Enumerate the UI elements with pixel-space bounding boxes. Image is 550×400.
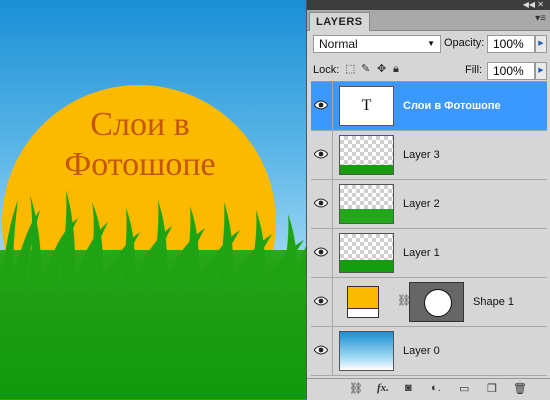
layer-thumbnail	[339, 135, 394, 175]
lock-position-icon[interactable]: ✥	[377, 64, 388, 75]
visibility-eye-icon[interactable]	[311, 229, 333, 277]
text-layer-thumbnail: T	[339, 86, 394, 126]
chevron-down-icon: ▼	[427, 39, 435, 48]
panel-titlebar[interactable]: ◀◀ ✕	[307, 0, 550, 10]
grass-blades	[0, 190, 306, 290]
canvas-text-line2: Фотошопе	[64, 146, 216, 183]
lock-row: Lock: ⬚ ✎ ✥ 🔒︎ Fill: 100% ▶	[307, 57, 550, 83]
fx-icon[interactable]: fx.	[377, 382, 389, 394]
layer-row-text[interactable]: T Слои в Фотошопе	[311, 82, 547, 131]
blend-mode-value: Normal	[319, 37, 358, 51]
layer-row-1[interactable]: Layer 1	[311, 229, 547, 278]
visibility-eye-icon[interactable]	[311, 82, 333, 130]
blend-row: Normal ▼ Opacity: 100% ▶	[307, 31, 550, 57]
layer-thumbnail	[339, 184, 394, 224]
trash-icon[interactable]: 🗑︎	[513, 382, 527, 395]
lock-transparent-icon[interactable]: ⬚	[345, 64, 356, 75]
fill-stepper[interactable]: ▶	[535, 62, 547, 80]
layer-name: Layer 2	[403, 198, 440, 210]
panel-tabbar: LAYERS ▾≡	[307, 10, 550, 31]
vector-mask-thumbnail[interactable]	[409, 282, 464, 322]
opacity-input[interactable]: 100%	[487, 35, 535, 53]
new-group-icon[interactable]: ▭	[459, 382, 469, 395]
adjustment-icon[interactable]: ◐.	[431, 382, 441, 394]
lock-all-icon[interactable]: 🔒︎	[393, 64, 404, 75]
layers-panel: ◀◀ ✕ LAYERS ▾≡ Normal ▼ Opacity: 100% ▶ …	[306, 0, 550, 400]
layer-thumbnail	[339, 233, 394, 273]
collapse-icon[interactable]: ◀◀ ✕	[523, 0, 544, 10]
opacity-stepper[interactable]: ▶	[535, 35, 547, 53]
layer-name: Layer 1	[403, 247, 440, 259]
fill-label: Fill:	[465, 64, 483, 76]
layer-row-0[interactable]: Layer 0	[311, 327, 547, 376]
visibility-eye-icon[interactable]	[311, 131, 333, 179]
layers-list: T Слои в Фотошопе Layer 3 Layer 2 Layer …	[311, 81, 547, 377]
canvas-text-layer: Слои в Фотошопе	[40, 105, 240, 185]
panel-bottom-bar: ⛓ fx. ◙ ◐. ▭ ❐ 🗑︎	[307, 378, 550, 400]
lock-label: Lock:	[313, 64, 340, 76]
layer-row-2[interactable]: Layer 2	[311, 180, 547, 229]
blend-mode-select[interactable]: Normal ▼	[313, 35, 441, 53]
layer-row-shape[interactable]: ⛓ Shape 1	[311, 278, 547, 327]
layer-name: Shape 1	[473, 296, 514, 308]
lock-pixels-icon[interactable]: ✎	[361, 64, 372, 75]
visibility-eye-icon[interactable]	[311, 278, 333, 326]
tab-layers[interactable]: LAYERS	[309, 12, 370, 31]
layer-row-3[interactable]: Layer 3	[311, 131, 547, 180]
layer-thumbnail	[339, 331, 394, 371]
panel-menu-icon[interactable]: ▾≡	[535, 13, 546, 24]
opacity-label: Opacity:	[444, 37, 485, 49]
visibility-eye-icon[interactable]	[311, 327, 333, 375]
layer-name: Layer 0	[403, 345, 440, 357]
fill-input[interactable]: 100%	[487, 62, 535, 80]
layer-name: Layer 3	[403, 149, 440, 161]
new-layer-icon[interactable]: ❐	[487, 382, 497, 395]
layer-name: Слои в Фотошопе	[403, 100, 501, 112]
visibility-eye-icon[interactable]	[311, 180, 333, 228]
shape-fill-thumbnail[interactable]	[347, 286, 379, 318]
canvas-text-line1: Слои в	[90, 106, 190, 143]
link-layers-icon[interactable]: ⛓	[349, 382, 363, 395]
document-canvas[interactable]: Слои в Фотошопе	[0, 0, 306, 399]
add-mask-icon[interactable]: ◙	[405, 382, 412, 394]
